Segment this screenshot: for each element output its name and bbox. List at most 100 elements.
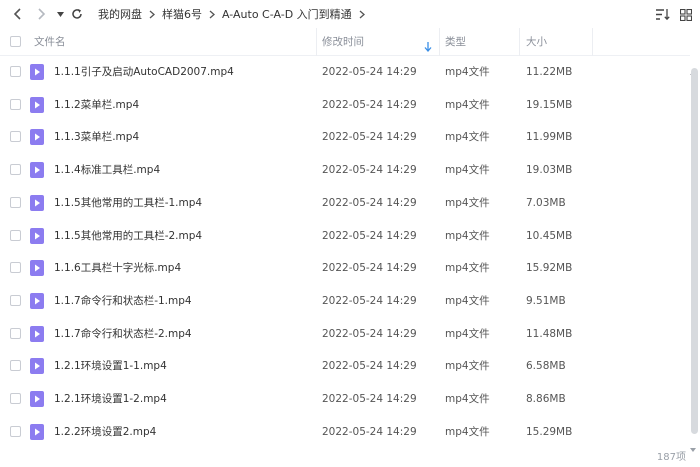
chevron-right-icon (37, 8, 45, 20)
file-type: mp4文件 (445, 360, 490, 372)
scroll-down-button[interactable] (690, 437, 696, 456)
file-type: mp4文件 (445, 426, 490, 438)
file-row[interactable]: 1.1.1引子及启动AutoCAD2007.mp4 2022-05-24 14:2… (0, 56, 690, 88)
file-row[interactable]: 1.1.5其他常用的工具栏-1.mp4 2022-05-24 14:29 mp4文件… (0, 187, 690, 219)
file-row[interactable]: 1.2.1环境设置1-1.mp4 2022-05-24 14:29 mp4文件 6.5… (0, 350, 690, 382)
file-size: 11.48MB (526, 328, 573, 340)
breadcrumb-separator-icon (209, 10, 215, 19)
forward-button[interactable] (34, 6, 48, 22)
video-file-icon (30, 326, 44, 342)
file-type: mp4文件 (445, 131, 490, 143)
file-size: 11.99MB (526, 131, 573, 143)
view-toggle-button[interactable] (679, 6, 693, 25)
file-row[interactable]: 1.1.2菜单栏.mp4 2022-05-24 14:29 mp4文件 19.15MB (0, 89, 690, 121)
file-name: 1.1.2菜单栏.mp4 (54, 99, 140, 111)
toolbar: 我的网盘 样猫6号 A-Auto C-A-D 入门到精通 (0, 0, 700, 28)
video-file-icon (30, 260, 44, 276)
video-file-icon (30, 97, 44, 113)
column-divider[interactable] (316, 28, 317, 56)
file-row[interactable]: 1.1.6工具栏十字光标.mp4 2022-05-24 14:29 mp4文件 15.… (0, 252, 690, 284)
back-button[interactable] (10, 6, 24, 22)
video-file-icon (30, 391, 44, 407)
row-checkbox[interactable] (10, 164, 21, 175)
file-name: 1.1.6工具栏十字光标.mp4 (54, 262, 182, 274)
file-size: 6.58MB (526, 360, 566, 372)
row-checkbox[interactable] (10, 197, 21, 208)
file-size: 11.22MB (526, 66, 573, 78)
file-name: 1.1.3菜单栏.mp4 (54, 131, 140, 143)
sort-list-icon (656, 9, 670, 21)
file-type: mp4文件 (445, 66, 490, 78)
video-file-icon (30, 162, 44, 178)
chevron-left-icon (13, 8, 21, 20)
video-file-icon (30, 64, 44, 80)
row-checkbox[interactable] (10, 66, 21, 77)
refresh-button[interactable] (70, 6, 84, 22)
sort-button[interactable] (655, 6, 670, 25)
row-checkbox[interactable] (10, 426, 21, 437)
file-row[interactable]: 1.2.1环境设置1-2.mp4 2022-05-24 14:29 mp4文件 8.8… (0, 383, 690, 415)
file-name: 1.1.5其他常用的工具栏-2.mp4 (54, 230, 203, 242)
video-file-icon (30, 228, 44, 244)
column-divider[interactable] (519, 28, 520, 56)
row-checkbox[interactable] (10, 393, 21, 404)
breadcrumb-separator-icon (149, 10, 155, 19)
file-row[interactable]: 1.1.3菜单栏.mp4 2022-05-24 14:29 mp4文件 11.99MB (0, 121, 690, 153)
column-divider[interactable] (592, 28, 593, 56)
file-size: 19.15MB (526, 99, 573, 111)
row-checkbox[interactable] (10, 328, 21, 339)
breadcrumb-item-folder[interactable]: 样猫6号 (162, 6, 202, 22)
file-name: 1.1.7命令行和状态栏-1.mp4 (54, 295, 192, 307)
row-checkbox[interactable] (10, 360, 21, 371)
file-row[interactable]: 1.1.7命令行和状态栏-2.mp4 2022-05-24 14:29 mp4文件 1… (0, 318, 690, 350)
column-header-type[interactable]: 类型 (445, 28, 466, 56)
video-file-icon (30, 293, 44, 309)
video-file-icon (30, 129, 44, 145)
row-checkbox[interactable] (10, 295, 21, 306)
row-checkbox[interactable] (10, 99, 21, 110)
history-dropdown-button[interactable] (55, 6, 65, 22)
file-modified-time: 2022-05-24 14:29 (322, 131, 417, 143)
video-file-icon (30, 424, 44, 440)
column-divider[interactable] (439, 28, 440, 56)
file-name: 1.2.1环境设置1-1.mp4 (54, 360, 167, 372)
row-checkbox[interactable] (10, 262, 21, 273)
file-name: 1.2.2环境设置2.mp4 (54, 426, 157, 438)
scrollbar-thumb[interactable] (691, 68, 698, 434)
file-modified-time: 2022-05-24 14:29 (322, 230, 417, 242)
file-type: mp4文件 (445, 197, 490, 209)
file-size: 9.51MB (526, 295, 566, 307)
scroll-down-arrow-icon (690, 448, 696, 452)
file-type: mp4文件 (445, 230, 490, 242)
file-modified-time: 2022-05-24 14:29 (322, 164, 417, 176)
select-all-checkbox[interactable] (10, 36, 21, 47)
file-type: mp4文件 (445, 393, 490, 405)
file-modified-time: 2022-05-24 14:29 (322, 295, 417, 307)
refresh-icon (72, 9, 82, 19)
file-modified-time: 2022-05-24 14:29 (322, 328, 417, 340)
column-header-name[interactable]: 文件名 (34, 28, 66, 56)
file-modified-time: 2022-05-24 14:29 (322, 99, 417, 111)
file-row[interactable]: 1.1.7命令行和状态栏-1.mp4 2022-05-24 14:29 mp4文件 9… (0, 285, 690, 317)
file-size: 8.86MB (526, 393, 566, 405)
column-header-size[interactable]: 大小 (526, 28, 547, 56)
row-checkbox[interactable] (10, 230, 21, 241)
file-row[interactable]: 1.1.4标准工具栏.mp4 2022-05-24 14:29 mp4文件 19.03… (0, 154, 690, 186)
file-size: 10.45MB (526, 230, 573, 242)
file-size: 7.03MB (526, 197, 566, 209)
file-name: 1.1.1引子及启动AutoCAD2007.mp4 (54, 66, 234, 78)
file-row[interactable]: 1.2.2环境设置2.mp4 2022-05-24 14:29 mp4文件 15.29… (0, 416, 690, 448)
breadcrumb-item-current[interactable]: A-Auto C-A-D 入门到精通 (222, 6, 352, 22)
file-list-header: 文件名 修改时间 类型 大小 (0, 28, 690, 56)
file-name: 1.1.7命令行和状态栏-2.mp4 (54, 328, 192, 340)
column-header-modified[interactable]: 修改时间 (322, 28, 364, 56)
file-type: mp4文件 (445, 295, 490, 307)
file-modified-time: 2022-05-24 14:29 (322, 426, 417, 438)
file-size: 15.29MB (526, 426, 573, 438)
row-checkbox[interactable] (10, 131, 21, 142)
file-modified-time: 2022-05-24 14:29 (322, 262, 417, 274)
file-modified-time: 2022-05-24 14:29 (322, 66, 417, 78)
file-row[interactable]: 1.1.5其他常用的工具栏-2.mp4 2022-05-24 14:29 mp4文件… (0, 220, 690, 252)
breadcrumb-item-my-drive[interactable]: 我的网盘 (98, 6, 142, 22)
breadcrumb: 我的网盘 样猫6号 A-Auto C-A-D 入门到精通 (98, 6, 372, 22)
